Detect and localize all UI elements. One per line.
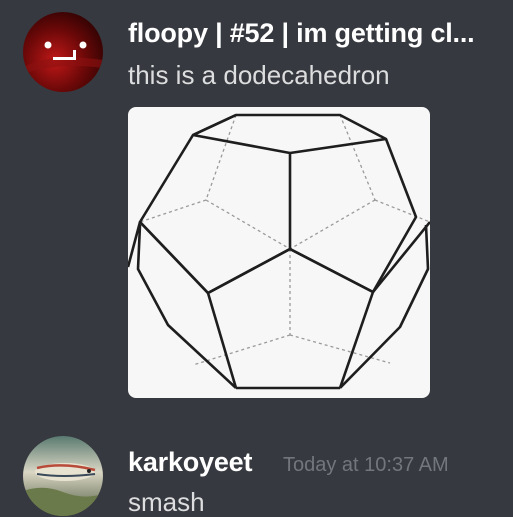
fish-avatar-icon	[23, 436, 103, 516]
user-avatar[interactable]	[23, 436, 103, 516]
message-timestamp: Today at 10:37 AM	[283, 454, 449, 476]
message-group: karkoyeet Today at 10:37 AM smash	[0, 436, 513, 517]
red-face-avatar-icon	[23, 12, 103, 92]
dodecahedron-image	[128, 113, 430, 390]
user-avatar[interactable]	[23, 12, 103, 92]
message-group: floopy | #52 | im getting cl... this is …	[0, 0, 513, 410]
message-text: smash	[128, 487, 205, 517]
message-text: this is a dodecahedron	[128, 60, 390, 90]
username[interactable]: floopy | #52 | im getting cl...	[128, 18, 475, 49]
chat-messages: floopy | #52 | im getting cl... this is …	[0, 0, 513, 517]
image-attachment[interactable]	[128, 107, 430, 398]
username[interactable]: karkoyeet	[128, 447, 252, 478]
